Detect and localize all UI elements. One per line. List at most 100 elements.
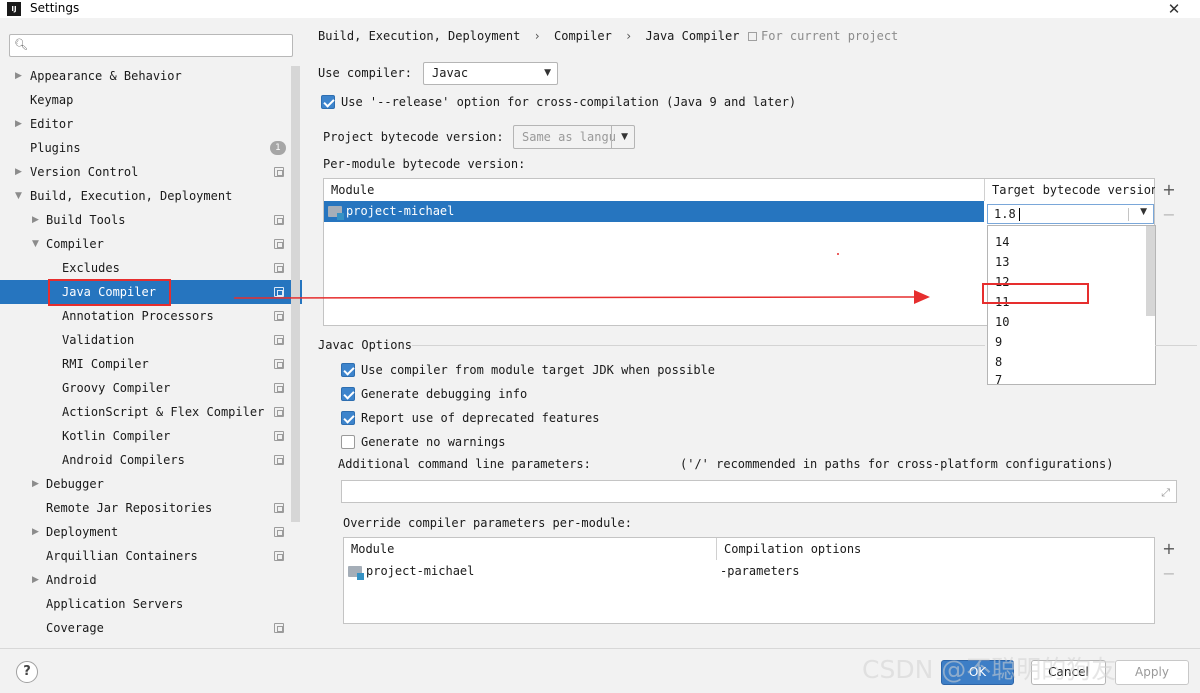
- debug-info-label: Generate debugging info: [361, 387, 528, 401]
- chevron-right-icon[interactable]: ▶: [32, 208, 39, 232]
- module-folder-icon: [348, 566, 364, 580]
- sidebar-item-label: Annotation Processors: [62, 309, 214, 323]
- search-input[interactable]: 🔍︎: [9, 34, 293, 57]
- chevron-right-icon[interactable]: ▶: [15, 112, 22, 136]
- sidebar-item-excludes[interactable]: Excludes: [0, 256, 302, 280]
- add-override-button[interactable]: +: [1161, 541, 1177, 557]
- version-option[interactable]: 10: [995, 312, 1009, 332]
- sidebar-item-remote-jar-repositories[interactable]: Remote Jar Repositories: [0, 496, 302, 520]
- sidebar-item-plugins[interactable]: Plugins 1: [0, 136, 302, 160]
- sidebar-item-label: Appearance & Behavior: [30, 69, 182, 83]
- sidebar-item-label: Compiler: [46, 237, 104, 251]
- sidebar-item-compiler[interactable]: ▼ Compiler: [0, 232, 302, 256]
- breadcrumb: Build, Execution, Deployment › Compiler …: [318, 29, 739, 43]
- sidebar-item-version-control[interactable]: ▶ Version Control: [0, 160, 302, 184]
- no-warnings-label: Generate no warnings: [361, 435, 506, 449]
- column-header-module[interactable]: Module: [324, 179, 984, 201]
- window-title: Settings: [30, 1, 80, 15]
- chevron-down-icon: ▼: [1140, 207, 1147, 217]
- module-name: project-michael: [366, 564, 475, 578]
- remove-override-button[interactable]: −: [1161, 566, 1177, 582]
- breadcrumb-separator: ›: [625, 29, 633, 43]
- sidebar-item-label: Arquillian Containers: [46, 549, 198, 563]
- chevron-right-icon[interactable]: ▶: [32, 568, 39, 592]
- ok-button[interactable]: OK: [941, 660, 1014, 685]
- version-option[interactable]: 13: [995, 252, 1009, 272]
- target-jdk-label: Use compiler from module target JDK when…: [361, 363, 716, 377]
- sidebar-item-editor[interactable]: ▶ Editor: [0, 112, 302, 136]
- sidebar-item-actionscript-flex-compiler[interactable]: ActionScript & Flex Compiler: [0, 400, 302, 424]
- plugins-update-badge: 1: [270, 141, 286, 155]
- add-module-button[interactable]: +: [1161, 182, 1177, 198]
- sidebar-item-build-tools[interactable]: ▶ Build Tools: [0, 208, 302, 232]
- chevron-down-icon[interactable]: ▼: [32, 232, 39, 256]
- column-header-target-version[interactable]: Target bytecode version: [985, 179, 1155, 201]
- expand-icon[interactable]: ⤢: [1161, 486, 1170, 500]
- debug-info-checkbox[interactable]: [341, 387, 355, 401]
- chevron-right-icon[interactable]: ▶: [15, 160, 22, 184]
- sidebar-item-android[interactable]: ▶ Android: [0, 568, 302, 592]
- group-divider: [412, 345, 985, 346]
- target-bytecode-version-select[interactable]: 1.8 ▼: [987, 204, 1154, 224]
- sidebar-item-label: Android Compilers: [62, 453, 185, 467]
- java-compiler-panel: Build, Execution, Deployment › Compiler …: [302, 18, 1200, 648]
- sidebar-item-label: Editor: [30, 117, 74, 131]
- sidebar-item-deployment[interactable]: ▶ Deployment: [0, 520, 302, 544]
- compiler-select[interactable]: Javac ▼: [423, 62, 558, 85]
- help-icon[interactable]: ?: [16, 661, 38, 683]
- column-header-module[interactable]: Module: [344, 538, 716, 560]
- column-header-compilation-options[interactable]: Compilation options: [717, 538, 1155, 560]
- chevron-right-icon[interactable]: ▶: [32, 472, 39, 496]
- intellij-logo-icon: IJ: [7, 2, 21, 16]
- sidebar-item-label: Coverage: [46, 621, 104, 635]
- search-icon: 🔍︎: [14, 38, 28, 51]
- sidebar-item-kotlin-compiler[interactable]: Kotlin Compiler: [0, 424, 302, 448]
- scope-hint-text: For current project: [761, 29, 899, 43]
- cancel-button[interactable]: Cancel: [1031, 660, 1106, 685]
- sidebar-item-label: Application Servers: [46, 597, 184, 611]
- sidebar-item-android-compilers[interactable]: Android Compilers: [0, 448, 302, 472]
- version-option[interactable]: 7: [995, 372, 1002, 384]
- version-option[interactable]: 8: [995, 352, 1002, 372]
- combo-divider: [611, 126, 612, 148]
- sidebar-item-coverage[interactable]: Coverage: [0, 616, 302, 640]
- remove-module-button[interactable]: −: [1161, 207, 1177, 223]
- no-warnings-checkbox[interactable]: [341, 435, 355, 449]
- sidebar-item-debugger[interactable]: ▶ Debugger: [0, 472, 302, 496]
- chevron-down-icon: ▼: [544, 68, 551, 78]
- apply-button[interactable]: Apply: [1115, 660, 1189, 685]
- sidebar-item-build-execution-deployment[interactable]: ▼ Build, Execution, Deployment: [0, 184, 302, 208]
- version-option[interactable]: 9: [995, 332, 1002, 352]
- sidebar-item-application-servers[interactable]: Application Servers: [0, 592, 302, 616]
- override-params-table: Module Compilation options project-micha…: [343, 537, 1155, 624]
- sidebar-item-appearance-behavior[interactable]: ▶ Appearance & Behavior: [0, 64, 302, 88]
- chevron-right-icon[interactable]: ▶: [32, 520, 39, 544]
- table-row[interactable]: project-michael: [324, 201, 984, 222]
- project-scope-icon: [274, 503, 284, 513]
- sidebar-item-arquillian-containers[interactable]: Arquillian Containers: [0, 544, 302, 568]
- release-option-checkbox[interactable]: [321, 95, 335, 109]
- sidebar-item-groovy-compiler[interactable]: Groovy Compiler: [0, 376, 302, 400]
- text-caret: [1019, 208, 1020, 221]
- title-bar: IJ Settings ✕: [0, 0, 1200, 18]
- additional-params-input[interactable]: ⤢: [341, 480, 1177, 503]
- project-scope-icon: [274, 167, 284, 177]
- deprecated-features-checkbox[interactable]: [341, 411, 355, 425]
- project-bytecode-select[interactable]: Same as langu ▼: [513, 125, 635, 149]
- project-bytecode-value: Same as langu: [522, 130, 616, 144]
- sidebar-item-annotation-processors[interactable]: Annotation Processors: [0, 304, 302, 328]
- bytecode-version-dropdown-list: 14 13 12 11 10 9 8 7: [987, 225, 1156, 385]
- deprecated-features-label: Report use of deprecated features: [361, 411, 600, 425]
- sidebar-item-validation[interactable]: Validation: [0, 328, 302, 352]
- chevron-right-icon[interactable]: ▶: [15, 64, 22, 88]
- close-icon[interactable]: ✕: [1165, 0, 1183, 18]
- sidebar-scrollbar[interactable]: [291, 66, 300, 522]
- project-scope-icon: [274, 383, 284, 393]
- table-row[interactable]: project-michael -parameters: [344, 561, 1154, 582]
- chevron-down-icon[interactable]: ▼: [15, 184, 22, 208]
- dropdown-scrollbar[interactable]: [1146, 226, 1155, 316]
- target-jdk-checkbox[interactable]: [341, 363, 355, 377]
- version-option[interactable]: 14: [995, 232, 1009, 252]
- sidebar-item-keymap[interactable]: Keymap: [0, 88, 302, 112]
- sidebar-item-rmi-compiler[interactable]: RMI Compiler: [0, 352, 302, 376]
